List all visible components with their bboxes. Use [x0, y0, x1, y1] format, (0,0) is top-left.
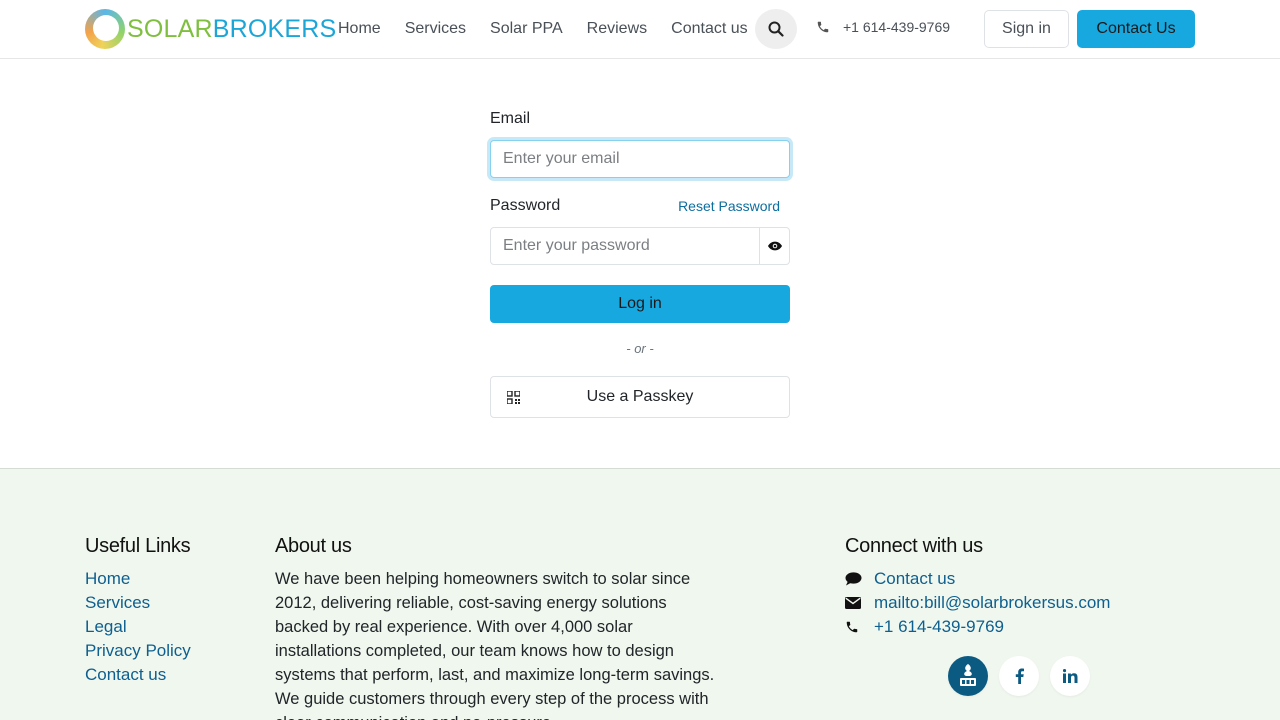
email-label: Email — [490, 110, 531, 127]
header-phone[interactable]: +1 614-439-9769 — [816, 19, 950, 35]
phone-icon — [845, 620, 874, 634]
site-header: SOLARBROKERS Home Services Solar PPA Rev… — [0, 0, 1280, 59]
password-label: Password — [490, 197, 561, 214]
footer-link-legal[interactable]: Legal — [85, 615, 191, 639]
site-footer: Useful Links Home Services Legal Privacy… — [0, 468, 1280, 720]
connect-contact-link[interactable]: Contact us — [874, 569, 955, 589]
passkey-button-label: Use a Passkey — [586, 388, 694, 405]
facebook-link[interactable] — [999, 656, 1039, 696]
logo-icon — [85, 9, 125, 49]
connect-title: Connect with us — [845, 535, 983, 557]
eye-icon — [767, 241, 782, 251]
nav-home[interactable]: Home — [330, 18, 381, 40]
connect-phone-row[interactable]: +1 614-439-9769 — [845, 615, 1110, 639]
about-title: About us — [275, 535, 352, 557]
passkey-button[interactable]: Use a Passkey — [490, 376, 790, 418]
envelope-icon — [845, 597, 874, 609]
connect-list: Contact us mailto:bill@solarbrokersus.co… — [845, 567, 1110, 639]
footer-link-contact-us[interactable]: Contact us — [85, 663, 191, 687]
sign-in-button[interactable]: Sign in — [984, 10, 1069, 48]
phone-icon — [817, 21, 829, 33]
site-logo[interactable]: SOLARBROKERS — [85, 9, 336, 49]
linkedin-icon — [1062, 669, 1077, 683]
main-nav: Home Services Solar PPA Reviews Contact … — [330, 18, 764, 40]
logo-text: SOLARBROKERS — [127, 15, 336, 44]
about-text: We have been helping homeowners switch t… — [275, 570, 715, 720]
useful-links-list: Home Services Legal Privacy Policy Conta… — [85, 567, 191, 687]
connect-contact-row[interactable]: Contact us — [845, 567, 1110, 591]
qr-code-icon — [507, 391, 520, 404]
nav-services[interactable]: Services — [397, 18, 466, 40]
linkedin-link[interactable] — [1050, 656, 1090, 696]
connect-phone-link[interactable]: +1 614-439-9769 — [874, 617, 1004, 637]
contact-us-button[interactable]: Contact Us — [1077, 10, 1195, 48]
comment-icon — [845, 572, 874, 586]
nav-reviews[interactable]: Reviews — [579, 18, 647, 40]
search-icon — [768, 21, 784, 37]
bbb-link[interactable] — [948, 656, 988, 696]
connect-email-link[interactable]: mailto:bill@solarbrokersus.com — [874, 593, 1110, 613]
search-button[interactable] — [755, 9, 797, 49]
facebook-icon — [1015, 668, 1024, 684]
footer-link-home[interactable]: Home — [85, 567, 191, 591]
show-password-button[interactable] — [759, 227, 790, 265]
footer-link-services[interactable]: Services — [85, 591, 191, 615]
bbb-icon — [960, 664, 976, 686]
reset-password-link[interactable]: Reset Password — [678, 198, 780, 214]
logo-text-solar: SOLAR — [127, 14, 213, 43]
useful-links-title: Useful Links — [85, 535, 191, 557]
logo-text-brokers: BROKERS — [212, 14, 337, 43]
connect-email-row[interactable]: mailto:bill@solarbrokersus.com — [845, 591, 1110, 615]
nav-contact-us[interactable]: Contact us — [663, 18, 747, 40]
password-field[interactable] — [490, 227, 760, 265]
or-divider: - or - — [626, 341, 654, 356]
nav-solar-ppa[interactable]: Solar PPA — [482, 18, 563, 40]
email-field[interactable] — [490, 140, 790, 178]
login-button[interactable]: Log in — [490, 285, 790, 323]
footer-link-privacy-policy[interactable]: Privacy Policy — [85, 639, 191, 663]
header-phone-number: +1 614-439-9769 — [843, 19, 951, 35]
social-links — [948, 656, 1101, 696]
